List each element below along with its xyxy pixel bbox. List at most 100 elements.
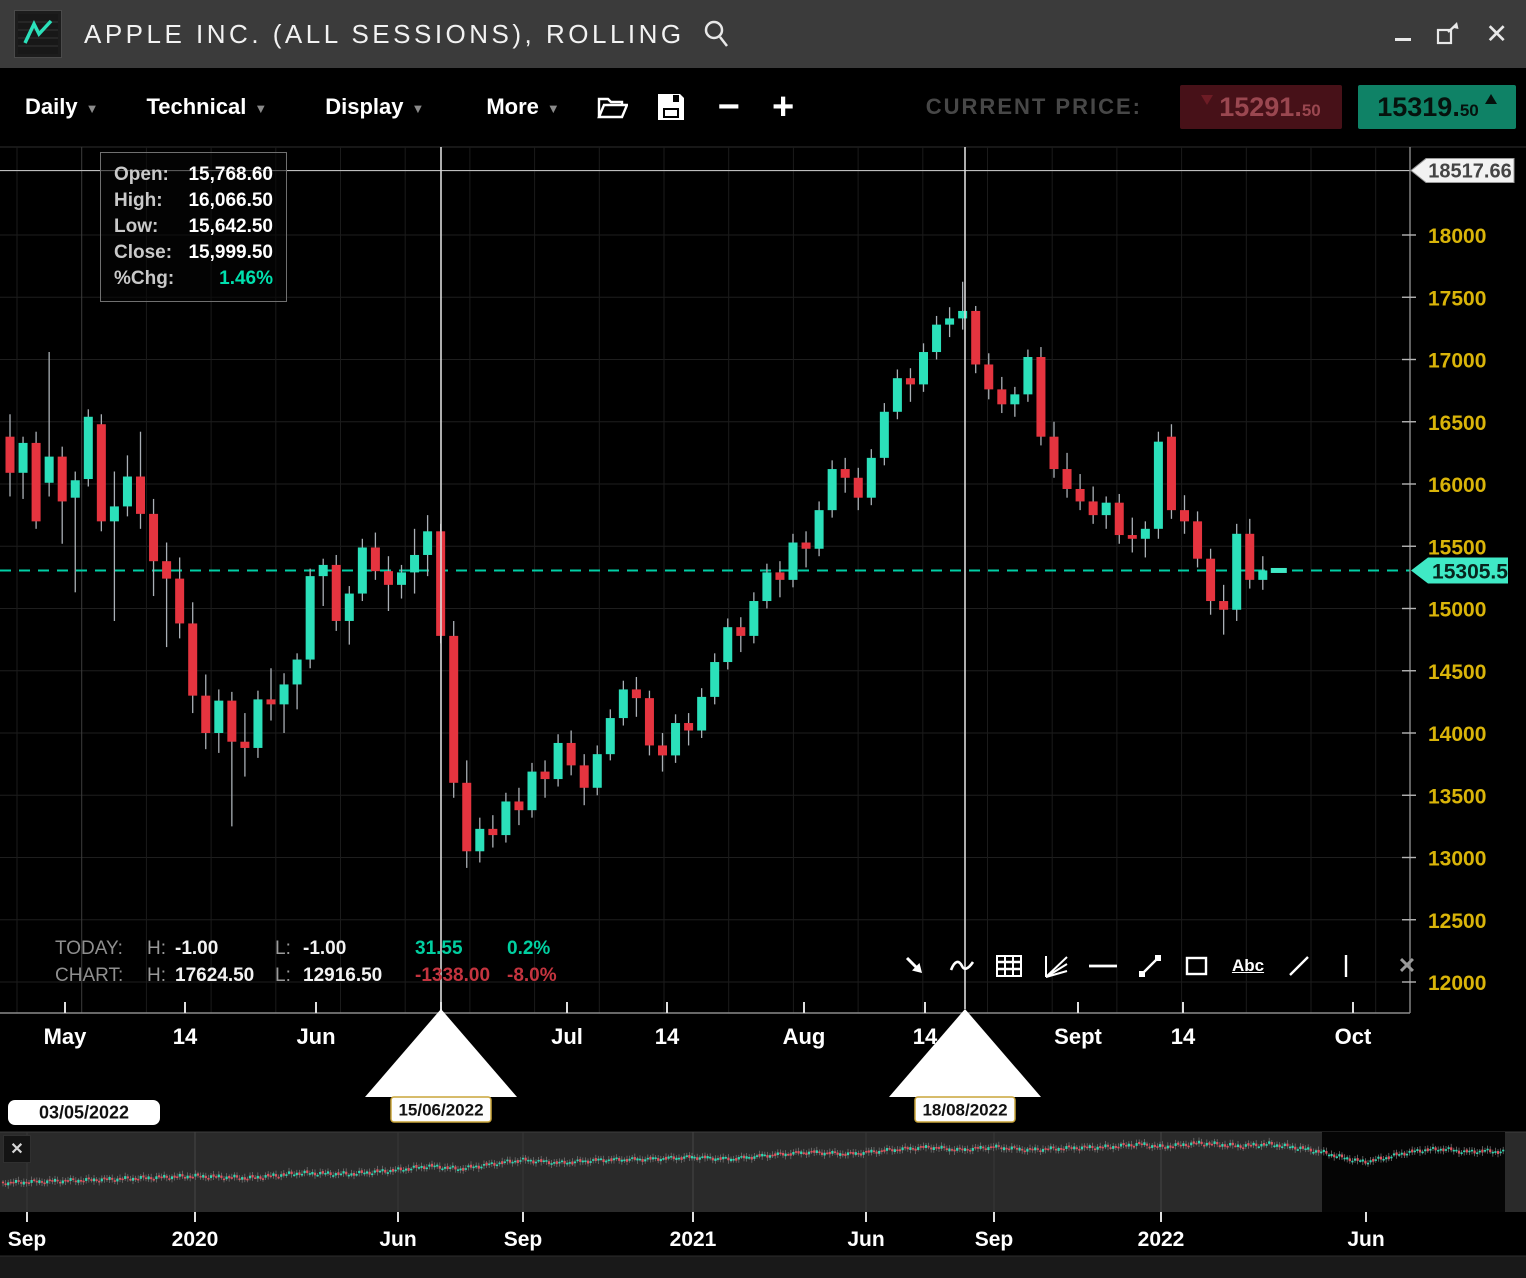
candle[interactable] <box>501 801 510 835</box>
candle[interactable] <box>775 572 784 579</box>
candle[interactable] <box>567 743 576 765</box>
candle[interactable] <box>1076 489 1085 501</box>
candle[interactable] <box>32 443 41 521</box>
candle[interactable] <box>1036 357 1045 437</box>
candle[interactable] <box>1115 503 1124 535</box>
candle[interactable] <box>671 723 680 755</box>
candle[interactable] <box>423 531 432 555</box>
close-button[interactable]: ✕ <box>1485 21 1508 48</box>
save-icon[interactable] <box>656 92 686 122</box>
candle[interactable] <box>1023 357 1032 394</box>
candle[interactable] <box>1219 601 1228 610</box>
diagonal-line-tool-icon[interactable] <box>1282 946 1316 986</box>
candle[interactable] <box>867 458 876 498</box>
candle[interactable] <box>997 389 1006 404</box>
candle[interactable] <box>345 594 354 621</box>
candle[interactable] <box>45 457 54 483</box>
candle[interactable] <box>841 469 850 478</box>
candle[interactable] <box>1180 510 1189 521</box>
candle[interactable] <box>188 623 197 695</box>
candle[interactable] <box>371 547 380 571</box>
drawbar-close-icon[interactable]: ✕ <box>1390 946 1424 986</box>
candle[interactable] <box>736 627 745 636</box>
candle[interactable] <box>932 325 941 352</box>
menu-daily[interactable]: Daily▼ <box>25 94 98 120</box>
candle[interactable] <box>802 543 811 549</box>
trendline-tool-icon[interactable] <box>1133 946 1167 986</box>
candle[interactable] <box>201 696 210 733</box>
candle[interactable] <box>697 697 706 731</box>
vertical-line-tool-icon[interactable] <box>1329 946 1363 986</box>
candle[interactable] <box>1141 529 1150 539</box>
navigator-close-button[interactable]: ✕ <box>3 1135 31 1163</box>
freehand-tool-icon[interactable] <box>945 946 979 986</box>
candle[interactable] <box>214 701 223 733</box>
candle[interactable] <box>1089 501 1098 515</box>
candle[interactable] <box>475 829 484 851</box>
candle[interactable] <box>749 601 758 636</box>
candle[interactable] <box>580 765 589 787</box>
navigator-viewport[interactable] <box>1322 1132 1505 1212</box>
candle[interactable] <box>71 480 80 497</box>
candle[interactable] <box>593 754 602 788</box>
candle[interactable] <box>306 576 315 659</box>
candle[interactable] <box>528 772 537 811</box>
candle[interactable] <box>332 565 341 621</box>
candle[interactable] <box>110 506 119 521</box>
candle[interactable] <box>84 417 93 479</box>
candle[interactable] <box>58 457 67 502</box>
candle[interactable] <box>684 723 693 730</box>
date-marker-triangle[interactable] <box>889 1009 1041 1097</box>
candle[interactable] <box>293 660 302 685</box>
candle[interactable] <box>175 579 184 624</box>
candle[interactable] <box>632 689 641 698</box>
candle[interactable] <box>984 364 993 389</box>
candle[interactable] <box>1063 469 1072 489</box>
candle[interactable] <box>541 772 550 779</box>
candle[interactable] <box>789 543 798 580</box>
candle[interactable] <box>319 565 328 576</box>
candle[interactable] <box>1193 521 1202 558</box>
candle[interactable] <box>488 829 497 835</box>
rectangle-tool-icon[interactable] <box>1180 946 1214 986</box>
candle[interactable] <box>449 636 458 783</box>
open-folder-icon[interactable] <box>596 93 628 121</box>
candle[interactable] <box>227 701 236 742</box>
candle[interactable] <box>645 698 654 745</box>
candle[interactable] <box>19 443 28 473</box>
candle[interactable] <box>97 424 106 521</box>
minimize-button[interactable] <box>1395 38 1411 41</box>
pointer-tool-icon[interactable] <box>898 946 932 986</box>
candle[interactable] <box>710 662 719 697</box>
candle[interactable] <box>240 742 249 748</box>
candle[interactable] <box>1154 442 1163 529</box>
candle[interactable] <box>462 783 471 851</box>
candle[interactable] <box>619 689 628 718</box>
candle[interactable] <box>762 572 771 601</box>
navigator-panel[interactable] <box>0 1132 1526 1212</box>
candle[interactable] <box>397 572 406 584</box>
candle[interactable] <box>410 555 419 572</box>
candle[interactable] <box>384 571 393 585</box>
candle[interactable] <box>906 378 915 384</box>
menu-more[interactable]: More▼ <box>486 94 559 120</box>
candle[interactable] <box>919 352 928 384</box>
menu-display[interactable]: Display▼ <box>325 94 424 120</box>
candle[interactable] <box>253 699 262 748</box>
candle[interactable] <box>1050 437 1059 469</box>
candle[interactable] <box>958 311 967 318</box>
candle[interactable] <box>267 699 276 704</box>
candle[interactable] <box>1232 534 1241 610</box>
menu-technical[interactable]: Technical▼ <box>146 94 267 120</box>
horizontal-line-tool-icon[interactable] <box>1086 946 1120 986</box>
candle[interactable] <box>162 561 171 578</box>
candle[interactable] <box>1010 394 1019 404</box>
candle[interactable] <box>971 311 980 365</box>
candle[interactable] <box>815 510 824 549</box>
candle[interactable] <box>854 478 863 498</box>
candle[interactable] <box>723 627 732 662</box>
candle[interactable] <box>1102 503 1111 515</box>
restore-button[interactable] <box>1435 21 1461 47</box>
candle[interactable] <box>1206 559 1215 601</box>
candle[interactable] <box>880 412 889 458</box>
